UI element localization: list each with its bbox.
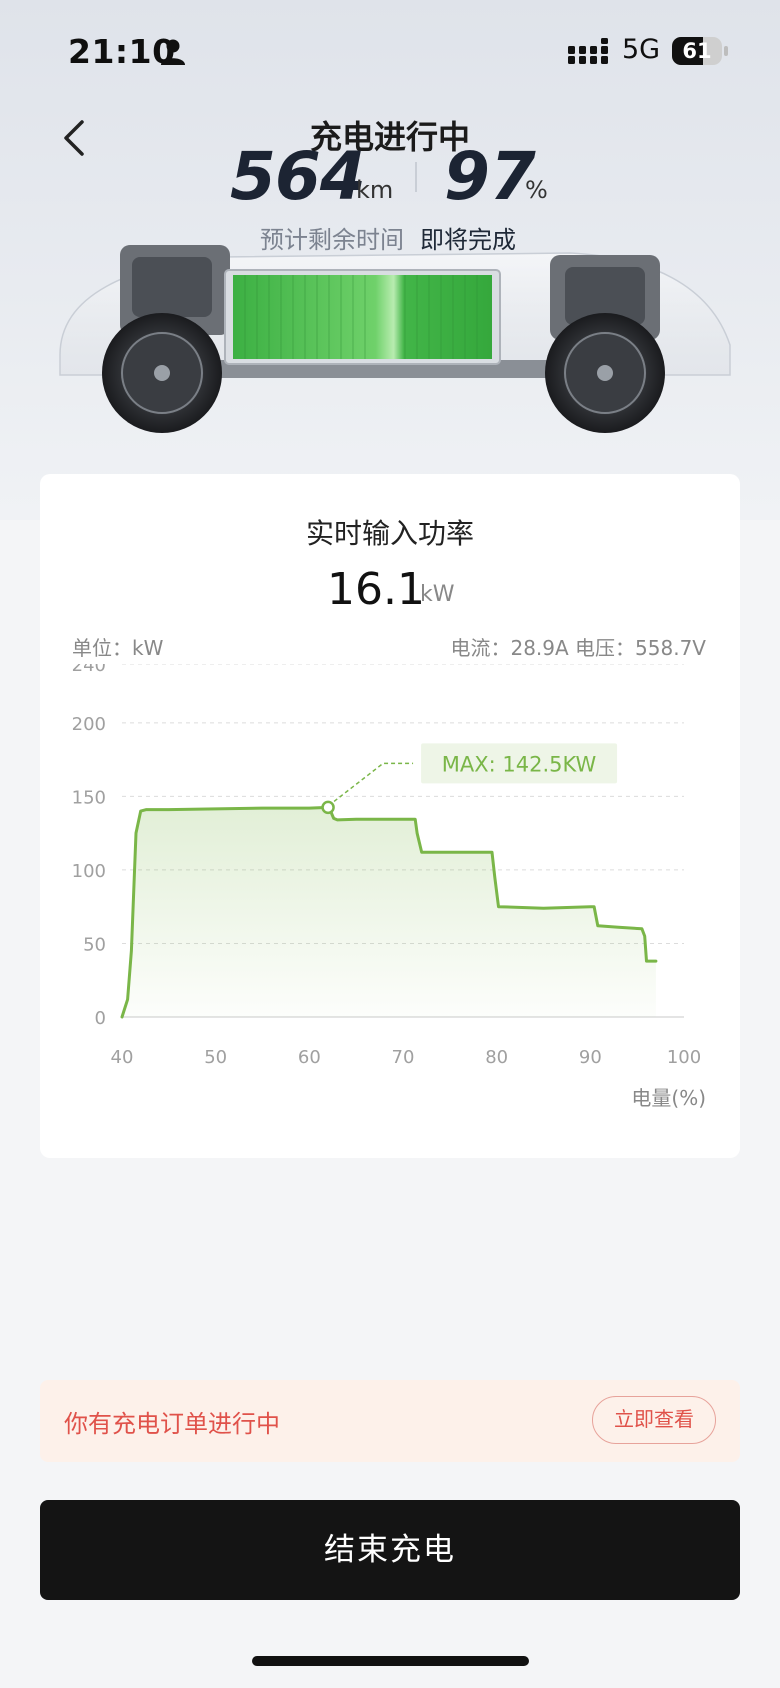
soc-value: 97 [444, 138, 536, 215]
battery-icon: 61 [672, 37, 728, 65]
status-bar: 21:10 5G 61 [0, 0, 780, 100]
range-unit: km [356, 176, 394, 204]
max-point-marker [321, 800, 335, 815]
home-indicator [252, 1656, 529, 1666]
max-annotation-label: MAX: 142.5KW [442, 752, 597, 776]
person-icon [161, 39, 185, 65]
rear-wheel [545, 313, 665, 433]
end-charging-button[interactable]: 结束充电 [40, 1500, 740, 1600]
power-unit: kW [420, 582, 455, 607]
cellular-signal-icon [568, 38, 608, 64]
soc-unit: % [525, 176, 548, 204]
battery-level: 61 [682, 39, 712, 63]
order-banner-text: 你有充电订单进行中 [64, 1410, 280, 1438]
front-wheel [102, 313, 222, 433]
y-tick-label: 200 [72, 714, 106, 735]
x-tick-label: 100 [667, 1047, 701, 1068]
power-card-title: 实时输入功率 [305, 517, 474, 550]
annotation-leader-line [333, 762, 414, 802]
divider [415, 162, 417, 192]
range-value: 564 [230, 138, 366, 215]
order-banner: 你有充电订单进行中 立即查看 [40, 1380, 740, 1462]
current-voltage-readout: 电流：28.9A 电压：558.7V [450, 636, 706, 660]
x-axis-label: 电量(%) [631, 1086, 706, 1110]
x-tick-label: 40 [111, 1047, 134, 1068]
vehicle-chassis-illustration [59, 245, 731, 433]
series-area [122, 807, 656, 1017]
x-tick-label: 80 [485, 1047, 508, 1068]
y-tick-label: 100 [72, 861, 106, 882]
y-tick-label: 50 [83, 934, 106, 955]
x-tick-label: 50 [204, 1047, 227, 1068]
x-tick-label: 70 [392, 1047, 415, 1068]
network-type: 5G [622, 34, 661, 65]
power-chart: 0 50 100 150 200 240 40 50 60 70 80 90 100 电量(%) MAX: … [72, 664, 706, 1110]
y-tick-label: 0 [95, 1008, 106, 1029]
power-card: 实时输入功率 16.1 kW 单位：kW 电流：28.9A 电压：558.7V … [40, 474, 740, 1158]
y-tick-label: 150 [72, 787, 106, 808]
x-tick-label: 60 [298, 1047, 321, 1068]
power-value: 16.1 [327, 564, 425, 615]
page-title: 充电进行中 [309, 118, 470, 156]
chart-unit-label: 单位：kW [72, 636, 164, 660]
x-tick-label: 90 [579, 1047, 602, 1068]
y-tick-label: 240 [72, 664, 106, 676]
view-order-button[interactable]: 立即查看 [592, 1396, 716, 1444]
